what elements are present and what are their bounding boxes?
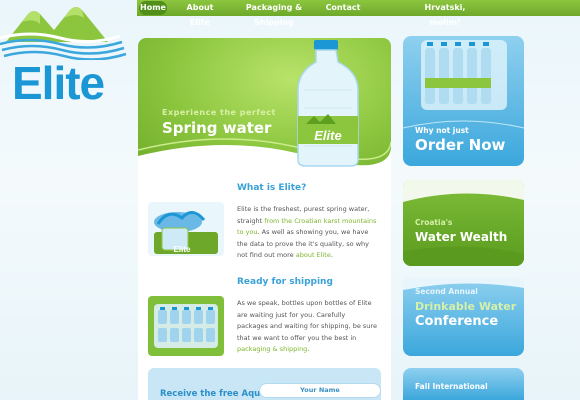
bottle-label: Elite [314, 128, 341, 143]
text-part: . [307, 345, 310, 353]
nav-packaging-shipping[interactable]: Packaging & Shipping [233, 0, 315, 27]
bottle-pack-icon [148, 296, 224, 356]
card-title-line-2: Conference [415, 314, 499, 329]
link-about-elite[interactable]: about Elite [296, 251, 331, 259]
splash-icon: Elite [148, 202, 224, 256]
name-input[interactable]: Your Name [259, 383, 381, 398]
section-text-shipping: As we speak, bottles upon bottles of Eli… [237, 298, 377, 356]
fall-international-card[interactable]: Fall International [403, 368, 524, 400]
newsletter-signup: Receive the free Aqua Your Name [148, 368, 381, 400]
nav-contact[interactable]: Contact [323, 0, 363, 16]
card-subtitle: Why not just [415, 126, 469, 135]
site-logo[interactable]: Elite [0, 0, 137, 110]
thumb-bottle-pack-image [148, 296, 224, 356]
section-heading-shipping: Ready for shipping [237, 277, 333, 287]
hero-banner: Experience the perfect Spring water Elit… [138, 38, 391, 173]
thumb-splash-image: Elite [148, 202, 224, 256]
card-subtitle: Fall International [415, 382, 488, 391]
text-part: . [330, 251, 333, 259]
conference-card[interactable]: Second Annual Drinkable Water Conference [403, 278, 524, 356]
card-title: Order Now [415, 136, 506, 154]
order-now-card[interactable]: Why not just Order Now [403, 36, 524, 166]
signup-label: Receive the free Aqua [160, 389, 266, 399]
language-switch[interactable]: Hrvatski, molim! [413, 0, 477, 27]
nav-about[interactable]: About Elite [177, 0, 223, 27]
nav-home[interactable]: Home [139, 1, 167, 15]
card-title-line-1: Drinkable Water [415, 300, 517, 313]
top-navigation: Home About Elite Packaging & Shipping Co… [137, 0, 580, 27]
thumb-brand: Elite [174, 245, 191, 254]
card-title: Water Wealth [415, 230, 508, 244]
logo-wordmark: Elite [12, 57, 105, 109]
water-bottle-image: Elite [297, 40, 359, 167]
section-heading-what: What is Elite? [237, 183, 307, 193]
text-part: As we speak, bottles upon bottles of Eli… [237, 299, 377, 342]
mountains-icon [0, 7, 127, 61]
card-subtitle: Croatia's [415, 218, 453, 227]
hero-title: Spring water [162, 119, 272, 137]
card-subtitle: Second Annual [415, 287, 478, 296]
section-text-what: Elite is the freshest, purest spring wat… [237, 204, 377, 262]
water-wealth-card[interactable]: Croatia's Water Wealth [403, 180, 524, 266]
hero-subtitle: Experience the perfect [162, 108, 276, 117]
link-packaging-shipping[interactable]: packaging & shipping [237, 345, 307, 353]
